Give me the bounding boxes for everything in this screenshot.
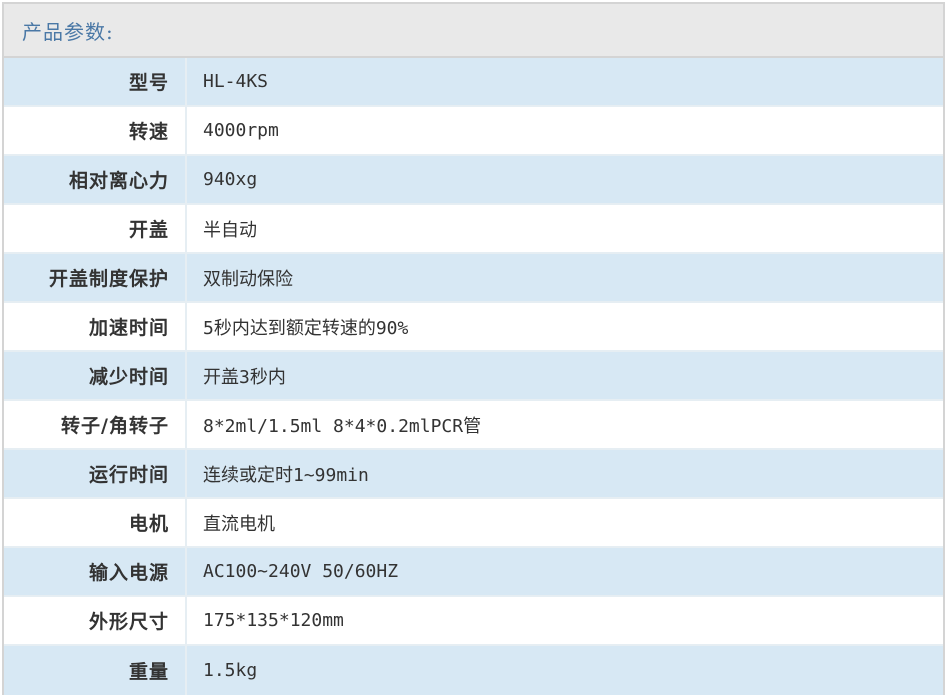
spec-label: 转子/角转子 (4, 401, 187, 448)
spec-label: 加速时间 (4, 303, 187, 350)
spec-row-motor: 电机 直流电机 (4, 499, 943, 548)
spec-table-header: 产品参数: (4, 4, 943, 58)
spec-label: 外形尺寸 (4, 597, 187, 644)
spec-value: HL-4KS (203, 71, 269, 92)
spec-row-runtime: 运行时间 连续或定时1~99min (4, 450, 943, 499)
spec-value: 双制动保险 (203, 268, 293, 290)
spec-label: 电机 (4, 499, 187, 546)
spec-value: 8*2ml/1.5ml 8*4*0.2mlPCR管 (203, 415, 482, 437)
product-spec-table: 产品参数: 型号 HL-4KS 转速 4000rpm 相对离心力 940xg 开… (2, 2, 945, 695)
spec-label: 转速 (4, 107, 187, 154)
spec-value: 940xg (203, 169, 258, 190)
spec-row-weight: 重量 1.5kg (4, 646, 943, 695)
spec-value: 直流电机 (203, 513, 275, 535)
spec-row-rcf: 相对离心力 940xg (4, 156, 943, 205)
spec-value: 1.5kg (203, 660, 258, 681)
spec-value: 175*135*120mm (203, 610, 344, 631)
spec-row-rotor: 转子/角转子 8*2ml/1.5ml 8*4*0.2mlPCR管 (4, 401, 943, 450)
spec-label: 运行时间 (4, 450, 187, 497)
spec-row-speed: 转速 4000rpm (4, 107, 943, 156)
spec-value: 开盖3秒内 (203, 366, 286, 388)
spec-label: 型号 (4, 58, 187, 105)
spec-label: 相对离心力 (4, 156, 187, 203)
spec-row-power: 输入电源 AC100~240V 50/60HZ (4, 548, 943, 597)
spec-value: 5秒内达到额定转速的90% (203, 317, 409, 339)
spec-row-lid: 开盖 半自动 (4, 205, 943, 254)
spec-value: AC100~240V 50/60HZ (203, 561, 399, 582)
spec-row-lid-protection: 开盖制度保护 双制动保险 (4, 254, 943, 303)
spec-row-acceleration: 加速时间 5秒内达到额定转速的90% (4, 303, 943, 352)
spec-table-title: 产品参数: (22, 19, 114, 44)
spec-label: 开盖 (4, 205, 187, 252)
spec-label: 开盖制度保护 (4, 254, 187, 301)
spec-row-deceleration: 减少时间 开盖3秒内 (4, 352, 943, 401)
spec-value: 连续或定时1~99min (203, 464, 369, 486)
spec-label: 减少时间 (4, 352, 187, 399)
spec-value: 4000rpm (203, 120, 279, 141)
spec-row-dimensions: 外形尺寸 175*135*120mm (4, 597, 943, 646)
spec-value: 半自动 (203, 219, 257, 241)
spec-label: 输入电源 (4, 548, 187, 595)
spec-row-model: 型号 HL-4KS (4, 58, 943, 107)
spec-label: 重量 (4, 646, 187, 695)
